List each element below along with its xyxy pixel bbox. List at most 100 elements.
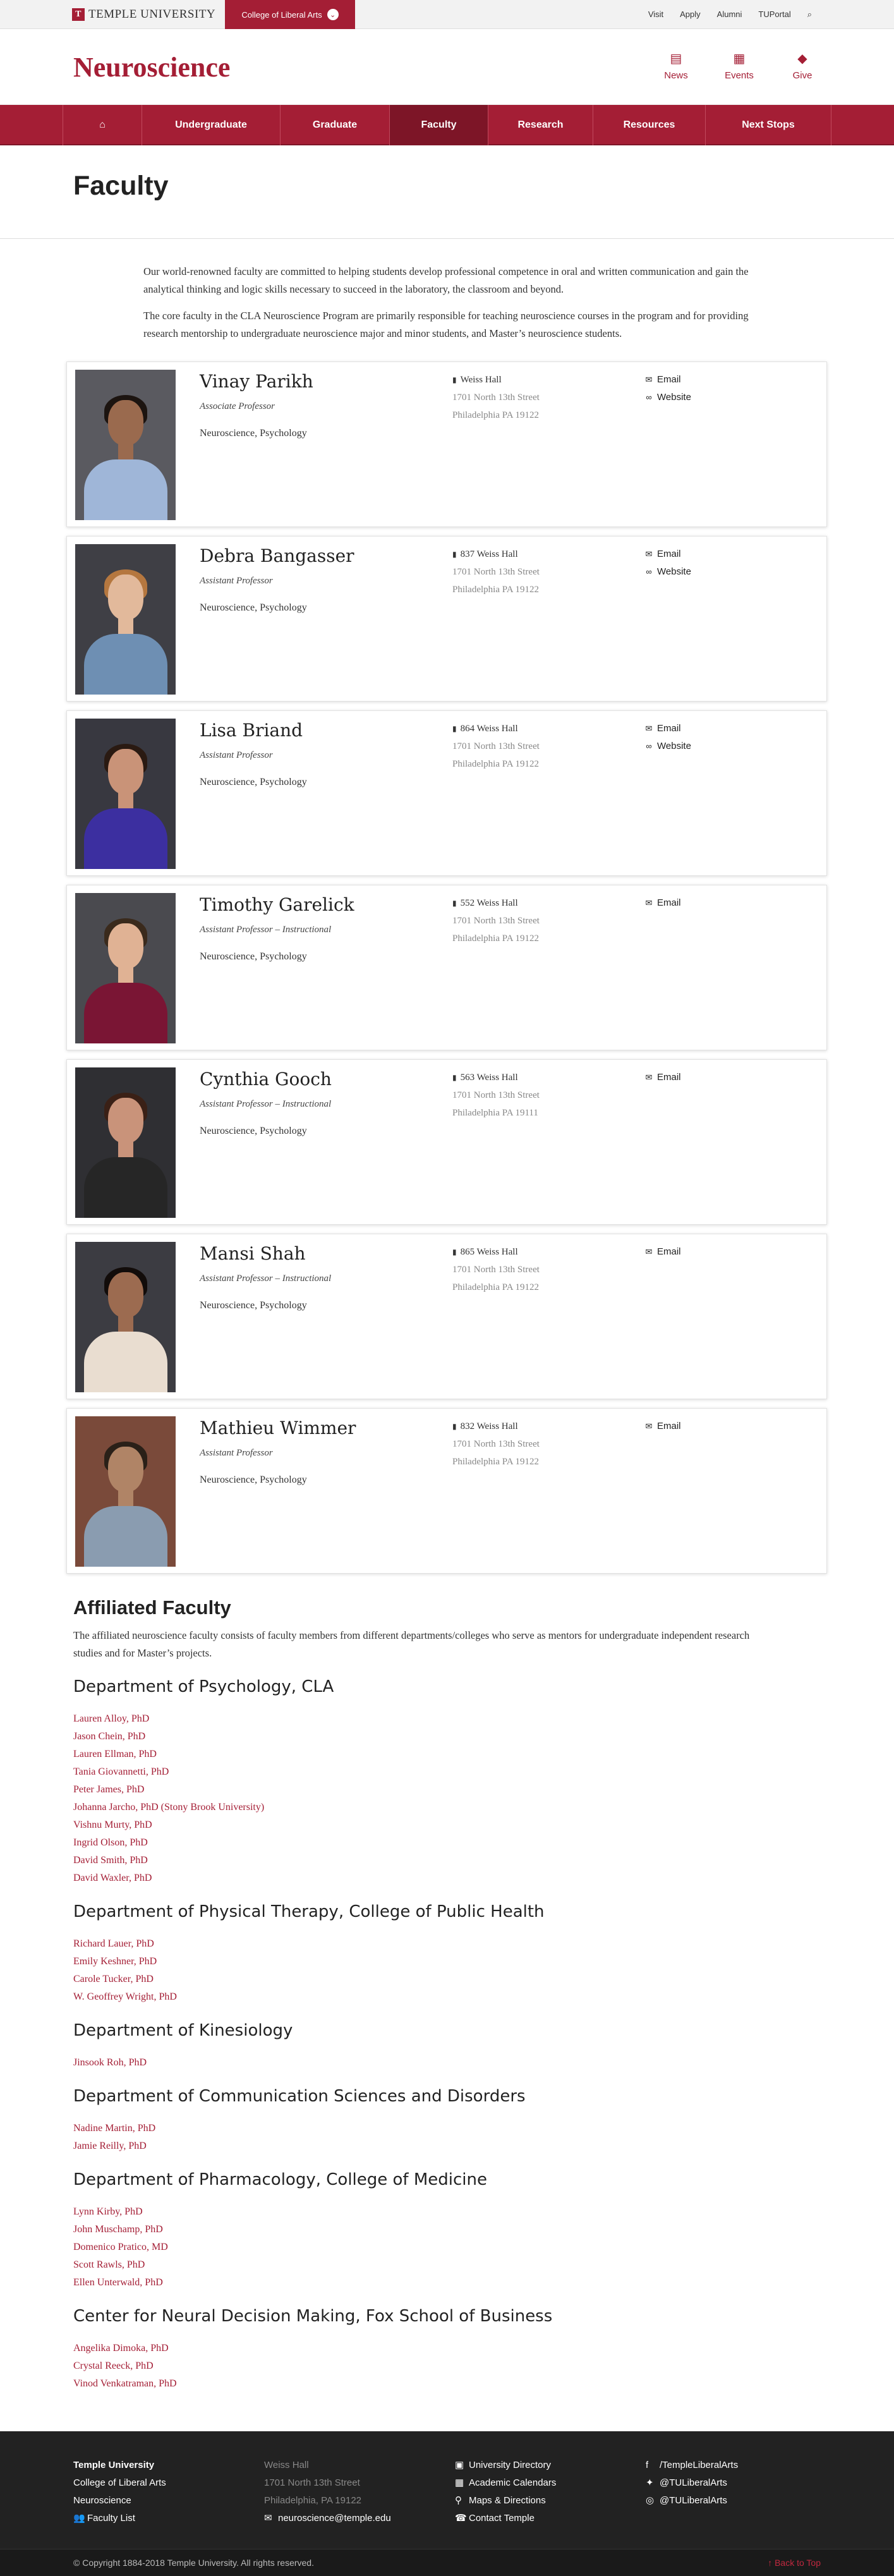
member-link[interactable]: Angelika Dimoka, PhD bbox=[73, 2340, 894, 2357]
faculty-name[interactable]: Vinay Parikh bbox=[200, 371, 313, 392]
faculty-photo[interactable] bbox=[75, 893, 176, 1043]
instagram-link[interactable]: ◎ @TULiberalArts bbox=[646, 2492, 738, 2510]
faculty-name[interactable]: Debra Bangasser bbox=[200, 545, 354, 566]
utility-link-visit[interactable]: Visit bbox=[648, 9, 663, 20]
give-link[interactable]: ◆ Give bbox=[787, 51, 818, 81]
member-link[interactable]: Lauren Ellman, PhD bbox=[73, 1746, 894, 1763]
nav-home[interactable]: ⌂ bbox=[63, 105, 142, 145]
nav-research[interactable]: Research bbox=[488, 105, 593, 145]
maps-directions-link[interactable]: ⚲ Maps & Directions bbox=[455, 2492, 556, 2510]
affiliated-section: Affiliated Faculty The affiliated neuros… bbox=[0, 1583, 894, 2393]
member-link[interactable]: Jamie Reilly, PhD bbox=[73, 2137, 894, 2155]
envelope-icon: ✉ bbox=[645, 375, 653, 384]
utility-bar: T TEMPLE UNIVERSITY College of Liberal A… bbox=[0, 0, 894, 29]
faculty-street: 1701 North 13th Street bbox=[452, 916, 540, 926]
faculty-title: Assistant Professor bbox=[200, 750, 273, 760]
map-pin-icon: ⚲ bbox=[455, 2495, 462, 2506]
faculty-name[interactable]: Mathieu Wimmer bbox=[200, 1418, 356, 1438]
utility-link-apply[interactable]: Apply bbox=[680, 9, 701, 20]
utility-link-alumni[interactable]: Alumni bbox=[717, 9, 742, 20]
member-link[interactable]: Emily Keshner, PhD bbox=[73, 1953, 894, 1971]
faculty-building: 563 Weiss Hall bbox=[452, 1069, 540, 1086]
envelope-icon: ✉ bbox=[645, 724, 653, 733]
faculty-name[interactable]: Cynthia Gooch bbox=[200, 1069, 332, 1090]
news-icon: ▤ bbox=[670, 52, 682, 66]
faculty-department: Neuroscience, Psychology bbox=[200, 1126, 307, 1136]
faculty-title: Assistant Professor bbox=[200, 1448, 273, 1458]
contact-temple-link[interactable]: ☎ Contact Temple bbox=[455, 2510, 556, 2527]
faculty-city: Philadelphia PA 19122 bbox=[452, 410, 539, 420]
website-link[interactable]: ∞ Website bbox=[644, 389, 691, 406]
facebook-link[interactable]: f/TempleLiberalArts bbox=[646, 2457, 738, 2474]
back-to-top-link[interactable]: ↑ Back to Top bbox=[768, 2558, 821, 2568]
twitter-link[interactable]: ✦ @TULiberalArts bbox=[646, 2474, 738, 2492]
member-link[interactable]: Lauren Alloy, PhD bbox=[73, 1710, 894, 1728]
faculty-photo[interactable] bbox=[75, 370, 176, 520]
faculty-card: Mathieu Wimmer Assistant Professor Neuro… bbox=[66, 1408, 827, 1574]
member-link[interactable]: Domenico Pratico, MD bbox=[73, 2239, 894, 2256]
website-link[interactable]: ∞ Website bbox=[644, 563, 691, 581]
member-link[interactable]: John Muschamp, PhD bbox=[73, 2221, 894, 2239]
faculty-photo[interactable] bbox=[75, 1067, 176, 1218]
member-link[interactable]: Scott Rawls, PhD bbox=[73, 2256, 894, 2274]
faculty-name[interactable]: Mansi Shah bbox=[200, 1243, 306, 1264]
faculty-building: 832 Weiss Hall bbox=[452, 1418, 540, 1435]
faculty-photo[interactable] bbox=[75, 544, 176, 695]
utility-link-tuportal[interactable]: TUPortal bbox=[758, 9, 790, 20]
faculty-card: Vinay Parikh Associate Professor Neurosc… bbox=[66, 361, 827, 527]
faculty-name[interactable]: Timothy Garelick bbox=[200, 894, 354, 915]
member-link[interactable]: Richard Lauer, PhD bbox=[73, 1935, 894, 1953]
email-link[interactable]: ✉ Email bbox=[644, 1243, 681, 1261]
nav-resources[interactable]: Resources bbox=[593, 105, 706, 145]
nav-undergraduate[interactable]: Undergraduate bbox=[142, 105, 281, 145]
faculty-card: Mansi Shah Assistant Professor – Instruc… bbox=[66, 1234, 827, 1399]
faculty-list-link[interactable]: 👥 Faculty List bbox=[73, 2510, 166, 2527]
member-link[interactable]: Crystal Reeck, PhD bbox=[73, 2357, 894, 2375]
member-link[interactable]: Vinod Venkatraman, PhD bbox=[73, 2375, 894, 2393]
search-icon[interactable]: ⌕ bbox=[807, 9, 812, 20]
member-link[interactable]: Ellen Unterwald, PhD bbox=[73, 2274, 894, 2292]
member-link[interactable]: Jason Chein, PhD bbox=[73, 1728, 894, 1746]
member-link[interactable]: Nadine Martin, PhD bbox=[73, 2120, 894, 2137]
events-link[interactable]: ▦ Events bbox=[723, 51, 755, 81]
email-link[interactable]: ✉ Email bbox=[644, 545, 691, 563]
faculty-name[interactable]: Lisa Briand bbox=[200, 720, 303, 741]
email-link[interactable]: ✉ Email bbox=[644, 371, 691, 389]
faculty-contact: ✉ Email bbox=[644, 894, 681, 912]
copyright: © Copyright 1884-2018 Temple University.… bbox=[73, 2558, 314, 2568]
nav-faculty[interactable]: Faculty bbox=[390, 105, 488, 145]
nav-next-stops[interactable]: Next Stops bbox=[706, 105, 831, 145]
news-link[interactable]: ▤ News bbox=[660, 51, 692, 81]
university-directory-link[interactable]: ▣ University Directory bbox=[455, 2457, 556, 2474]
link-icon: ∞ bbox=[646, 392, 652, 402]
college-link[interactable]: College of Liberal Arts ⌄ bbox=[225, 0, 355, 29]
faculty-photo[interactable] bbox=[75, 719, 176, 869]
instagram-icon: ◎ bbox=[646, 2495, 655, 2506]
academic-calendars-link[interactable]: ▦ Academic Calendars bbox=[455, 2474, 556, 2492]
email-link[interactable]: ✉ Email bbox=[644, 720, 691, 738]
temple-university-logo[interactable]: T TEMPLE UNIVERSITY bbox=[72, 8, 215, 21]
header-quick-links: ▤ News ▦ Events ◆ Give bbox=[660, 51, 818, 81]
faculty-photo[interactable] bbox=[75, 1242, 176, 1392]
site-title[interactable]: Neuroscience bbox=[73, 51, 230, 83]
member-link[interactable]: Lynn Kirby, PhD bbox=[73, 2203, 894, 2221]
member-link[interactable]: W. Geoffrey Wright, PhD bbox=[73, 1988, 894, 2006]
member-link[interactable]: Johanna Jarcho, PhD (Stony Brook Univers… bbox=[73, 1799, 894, 1816]
twitter-icon: ✦ bbox=[646, 2477, 654, 2488]
member-link[interactable]: Carole Tucker, PhD bbox=[73, 1971, 894, 1988]
member-link[interactable]: David Waxler, PhD bbox=[73, 1869, 894, 1887]
nav-graduate[interactable]: Graduate bbox=[281, 105, 390, 145]
email-link[interactable]: ✉ Email bbox=[644, 894, 681, 912]
member-link[interactable]: Peter James, PhD bbox=[73, 1781, 894, 1799]
website-link[interactable]: ∞ Website bbox=[644, 738, 691, 755]
email-link[interactable]: ✉ Email bbox=[644, 1069, 681, 1086]
member-link[interactable]: David Smith, PhD bbox=[73, 1852, 894, 1869]
footer-email-link[interactable]: ✉ neuroscience@temple.edu bbox=[264, 2510, 391, 2527]
member-link[interactable]: Jinsook Roh, PhD bbox=[73, 2054, 894, 2072]
faculty-building: 864 Weiss Hall bbox=[452, 720, 540, 738]
member-link[interactable]: Vishnu Murty, PhD bbox=[73, 1816, 894, 1834]
member-link[interactable]: Ingrid Olson, PhD bbox=[73, 1834, 894, 1852]
email-link[interactable]: ✉ Email bbox=[644, 1418, 681, 1435]
faculty-photo[interactable] bbox=[75, 1416, 176, 1567]
member-link[interactable]: Tania Giovannetti, PhD bbox=[73, 1763, 894, 1781]
